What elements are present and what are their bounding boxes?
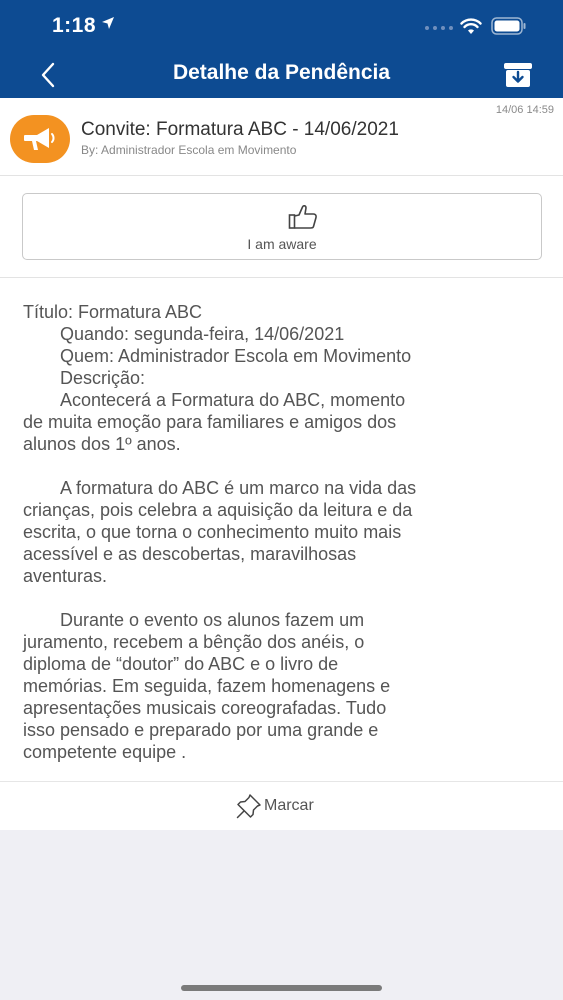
body-line: acessível e as descobertas, maravilhosas <box>23 544 357 564</box>
battery-icon <box>491 17 526 35</box>
archive-button[interactable] <box>500 60 536 90</box>
body-line: Durante o evento os alunos fazem um <box>60 610 365 630</box>
page-title: Detalhe da Pendência <box>172 61 391 84</box>
message-type-badge <box>10 115 70 163</box>
nav-bar: Detalhe da Pendência <box>0 52 563 98</box>
body-line: Quando: segunda-feira, 14/06/2021 <box>60 324 345 344</box>
body-line: de muita emoção para familiares e amigos… <box>23 412 397 432</box>
body-line: escrita, o que torna o conhecimento muit… <box>23 522 402 542</box>
body-line: aventuras. <box>23 566 108 586</box>
body-line: juramento, recebem a bênção dos anéis, o <box>23 632 365 652</box>
message-sender: By: Administrador Escola em Movimento <box>81 143 297 157</box>
message-title: Convite: Formatura ABC - 14/06/2021 <box>81 119 399 140</box>
message-timestamp: 14/06 14:59 <box>495 104 554 116</box>
body-line: diploma de “doutor” do ABC e o livro de <box>23 654 339 674</box>
body-line: A formatura do ABC é um marco na vida da… <box>60 478 417 498</box>
app-header: 1:18 Detalhe da Pendência <box>0 0 563 98</box>
megaphone-icon <box>24 128 55 150</box>
body-line: Título: Formatura ABC <box>23 302 203 322</box>
body-line: Quem: Administrador Escola em Movimento <box>60 346 412 366</box>
body-line: isso pensado e preparado por uma grande … <box>23 720 379 740</box>
message-header: 14/06 14:59 Convite: Formatura ABC - 14/… <box>0 98 563 176</box>
body-line: crianças, pois celebra a aquisição da le… <box>23 500 413 520</box>
home-indicator[interactable] <box>181 985 382 991</box>
body-line: Descrição: <box>60 368 146 388</box>
message-body: Título: Formatura ABC Quando: segunda-fe… <box>23 301 548 763</box>
marcar-label: Marcar <box>264 797 314 814</box>
thumbs-up-icon <box>288 204 317 229</box>
body-line: Acontecerá a Formatura do ABC, momento <box>60 390 406 410</box>
body-line: apresentações musicais coreografadas. Tu… <box>23 698 387 718</box>
aware-button-label: I am aware <box>247 236 317 252</box>
location-arrow-icon <box>102 17 114 29</box>
status-time: 1:18 <box>52 14 97 37</box>
body-line: alunos dos 1º anos. <box>23 434 181 454</box>
signal-dots-icon <box>425 26 453 30</box>
marcar-button[interactable]: Marcar <box>236 792 314 820</box>
aware-section: I am aware <box>0 176 563 278</box>
status-bar: 1:18 <box>0 0 563 52</box>
message-detail: 14/06 14:59 Convite: Formatura ABC - 14/… <box>0 98 563 830</box>
i-am-aware-button[interactable]: I am aware <box>22 193 542 260</box>
archive-icon <box>504 63 532 87</box>
pin-icon <box>236 794 261 819</box>
wifi-icon <box>460 18 482 34</box>
body-line: memórias. Em seguida, fazem homenagens e <box>23 676 391 696</box>
body-line: competente equipe . <box>23 742 187 762</box>
action-bar: Marcar <box>0 781 563 830</box>
